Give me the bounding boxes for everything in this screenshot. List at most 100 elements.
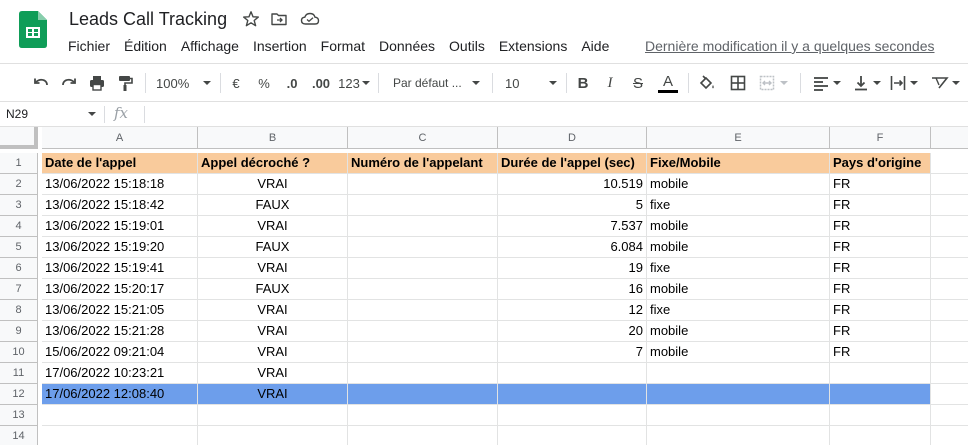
table-cell[interactable]: 10.519 <box>498 174 647 195</box>
column-header-d[interactable]: D <box>498 127 647 149</box>
column-header-e[interactable]: E <box>647 127 830 149</box>
table-cell[interactable]: FR <box>830 216 931 237</box>
table-cell[interactable] <box>830 405 931 426</box>
table-cell[interactable]: 7.537 <box>498 216 647 237</box>
table-cell[interactable] <box>931 258 968 279</box>
table-cell[interactable]: 13/06/2022 15:18:18 <box>42 174 198 195</box>
header-cell[interactable]: Pays d'origine <box>830 153 931 174</box>
table-cell[interactable]: FR <box>830 195 931 216</box>
table-cell[interactable]: FR <box>830 342 931 363</box>
table-cell[interactable]: mobile <box>647 237 830 258</box>
font-size-select[interactable]: 10 <box>505 70 563 96</box>
table-cell[interactable] <box>198 405 348 426</box>
row-header-4[interactable]: 4 <box>0 216 38 237</box>
table-cell[interactable] <box>647 363 830 384</box>
print-icon[interactable] <box>86 70 108 96</box>
row-header-11[interactable]: 11 <box>0 363 38 384</box>
table-cell[interactable] <box>931 384 968 405</box>
percent-button[interactable]: % <box>255 70 273 96</box>
menu-outils[interactable]: Outils <box>442 37 492 57</box>
name-box[interactable]: N29 <box>0 102 104 126</box>
table-cell[interactable] <box>348 363 498 384</box>
table-cell[interactable] <box>931 216 968 237</box>
table-cell[interactable] <box>348 216 498 237</box>
table-cell[interactable] <box>498 363 647 384</box>
row-header-2[interactable]: 2 <box>0 174 38 195</box>
table-cell[interactable] <box>348 300 498 321</box>
italic-button[interactable]: I <box>601 70 619 96</box>
table-cell[interactable] <box>647 426 830 445</box>
row-header-12[interactable]: 12 <box>0 384 38 405</box>
bold-button[interactable]: B <box>574 70 592 96</box>
table-cell[interactable] <box>647 405 830 426</box>
table-cell[interactable]: 17/06/2022 10:23:21 <box>42 363 198 384</box>
document-title[interactable]: Leads Call Tracking <box>69 9 227 30</box>
table-cell[interactable] <box>830 363 931 384</box>
table-cell[interactable] <box>498 384 647 405</box>
table-cell[interactable]: 12 <box>498 300 647 321</box>
table-cell[interactable]: fixe <box>647 258 830 279</box>
table-cell[interactable] <box>931 342 968 363</box>
last-edit-link[interactable]: Dernière modification il y a quelques se… <box>645 37 935 55</box>
table-cell[interactable]: mobile <box>647 216 830 237</box>
row-header-1[interactable]: 1 <box>0 153 38 174</box>
rotate-icon[interactable] <box>926 70 964 96</box>
row-header-9[interactable]: 9 <box>0 321 38 342</box>
table-cell[interactable]: 17/06/2022 12:08:40 <box>42 384 198 405</box>
table-cell[interactable]: 7 <box>498 342 647 363</box>
header-cell[interactable]: Durée de l'appel (sec) <box>498 153 647 174</box>
fill-color-icon[interactable] <box>696 70 718 96</box>
table-cell[interactable] <box>931 321 968 342</box>
table-cell[interactable]: FAUX <box>198 237 348 258</box>
table-cell[interactable] <box>348 384 498 405</box>
table-cell[interactable]: FR <box>830 279 931 300</box>
table-cell[interactable]: mobile <box>647 279 830 300</box>
menu-edition[interactable]: Édition <box>117 37 174 57</box>
table-cell[interactable]: VRAI <box>198 258 348 279</box>
decrease-decimal-button[interactable]: .0 <box>281 70 303 96</box>
table-cell[interactable]: FAUX <box>198 195 348 216</box>
row-header-14[interactable]: 14 <box>0 426 38 445</box>
row-header-10[interactable]: 10 <box>0 342 38 363</box>
menu-format[interactable]: Format <box>314 37 372 57</box>
table-cell[interactable] <box>931 195 968 216</box>
column-header-f[interactable]: F <box>830 127 931 149</box>
table-cell[interactable] <box>348 258 498 279</box>
table-cell[interactable] <box>931 279 968 300</box>
table-cell[interactable] <box>498 405 647 426</box>
wrap-icon[interactable] <box>886 70 920 96</box>
undo-icon[interactable] <box>30 70 52 96</box>
table-cell[interactable] <box>931 405 968 426</box>
star-icon[interactable] <box>242 10 260 28</box>
currency-button[interactable]: € <box>228 70 244 96</box>
table-cell[interactable]: 16 <box>498 279 647 300</box>
menu-aide[interactable]: Aide <box>574 37 616 57</box>
table-cell[interactable] <box>830 426 931 445</box>
table-cell[interactable]: FR <box>830 237 931 258</box>
table-cell[interactable] <box>931 363 968 384</box>
table-cell[interactable]: FR <box>830 258 931 279</box>
table-cell[interactable]: 15/06/2022 09:21:04 <box>42 342 198 363</box>
menu-fichier[interactable]: Fichier <box>61 37 117 57</box>
paint-format-icon[interactable] <box>114 70 136 96</box>
table-cell[interactable] <box>931 174 968 195</box>
table-cell[interactable] <box>348 279 498 300</box>
formula-input[interactable] <box>150 105 960 123</box>
table-cell[interactable] <box>42 405 198 426</box>
table-cell[interactable] <box>647 384 830 405</box>
merge-icon[interactable] <box>755 70 791 96</box>
table-cell[interactable]: FR <box>830 300 931 321</box>
table-cell[interactable] <box>348 405 498 426</box>
table-cell[interactable]: mobile <box>647 342 830 363</box>
table-cell[interactable] <box>348 321 498 342</box>
table-cell[interactable] <box>348 426 498 445</box>
column-header-a[interactable]: A <box>42 127 198 149</box>
table-cell[interactable] <box>198 426 348 445</box>
table-cell[interactable]: FR <box>830 174 931 195</box>
menu-insertion[interactable]: Insertion <box>246 37 314 57</box>
increase-decimal-button[interactable]: .00 <box>309 70 333 96</box>
table-cell[interactable]: mobile <box>647 321 830 342</box>
table-cell[interactable]: 19 <box>498 258 647 279</box>
table-cell[interactable]: 13/06/2022 15:18:42 <box>42 195 198 216</box>
table-cell[interactable]: 6.084 <box>498 237 647 258</box>
